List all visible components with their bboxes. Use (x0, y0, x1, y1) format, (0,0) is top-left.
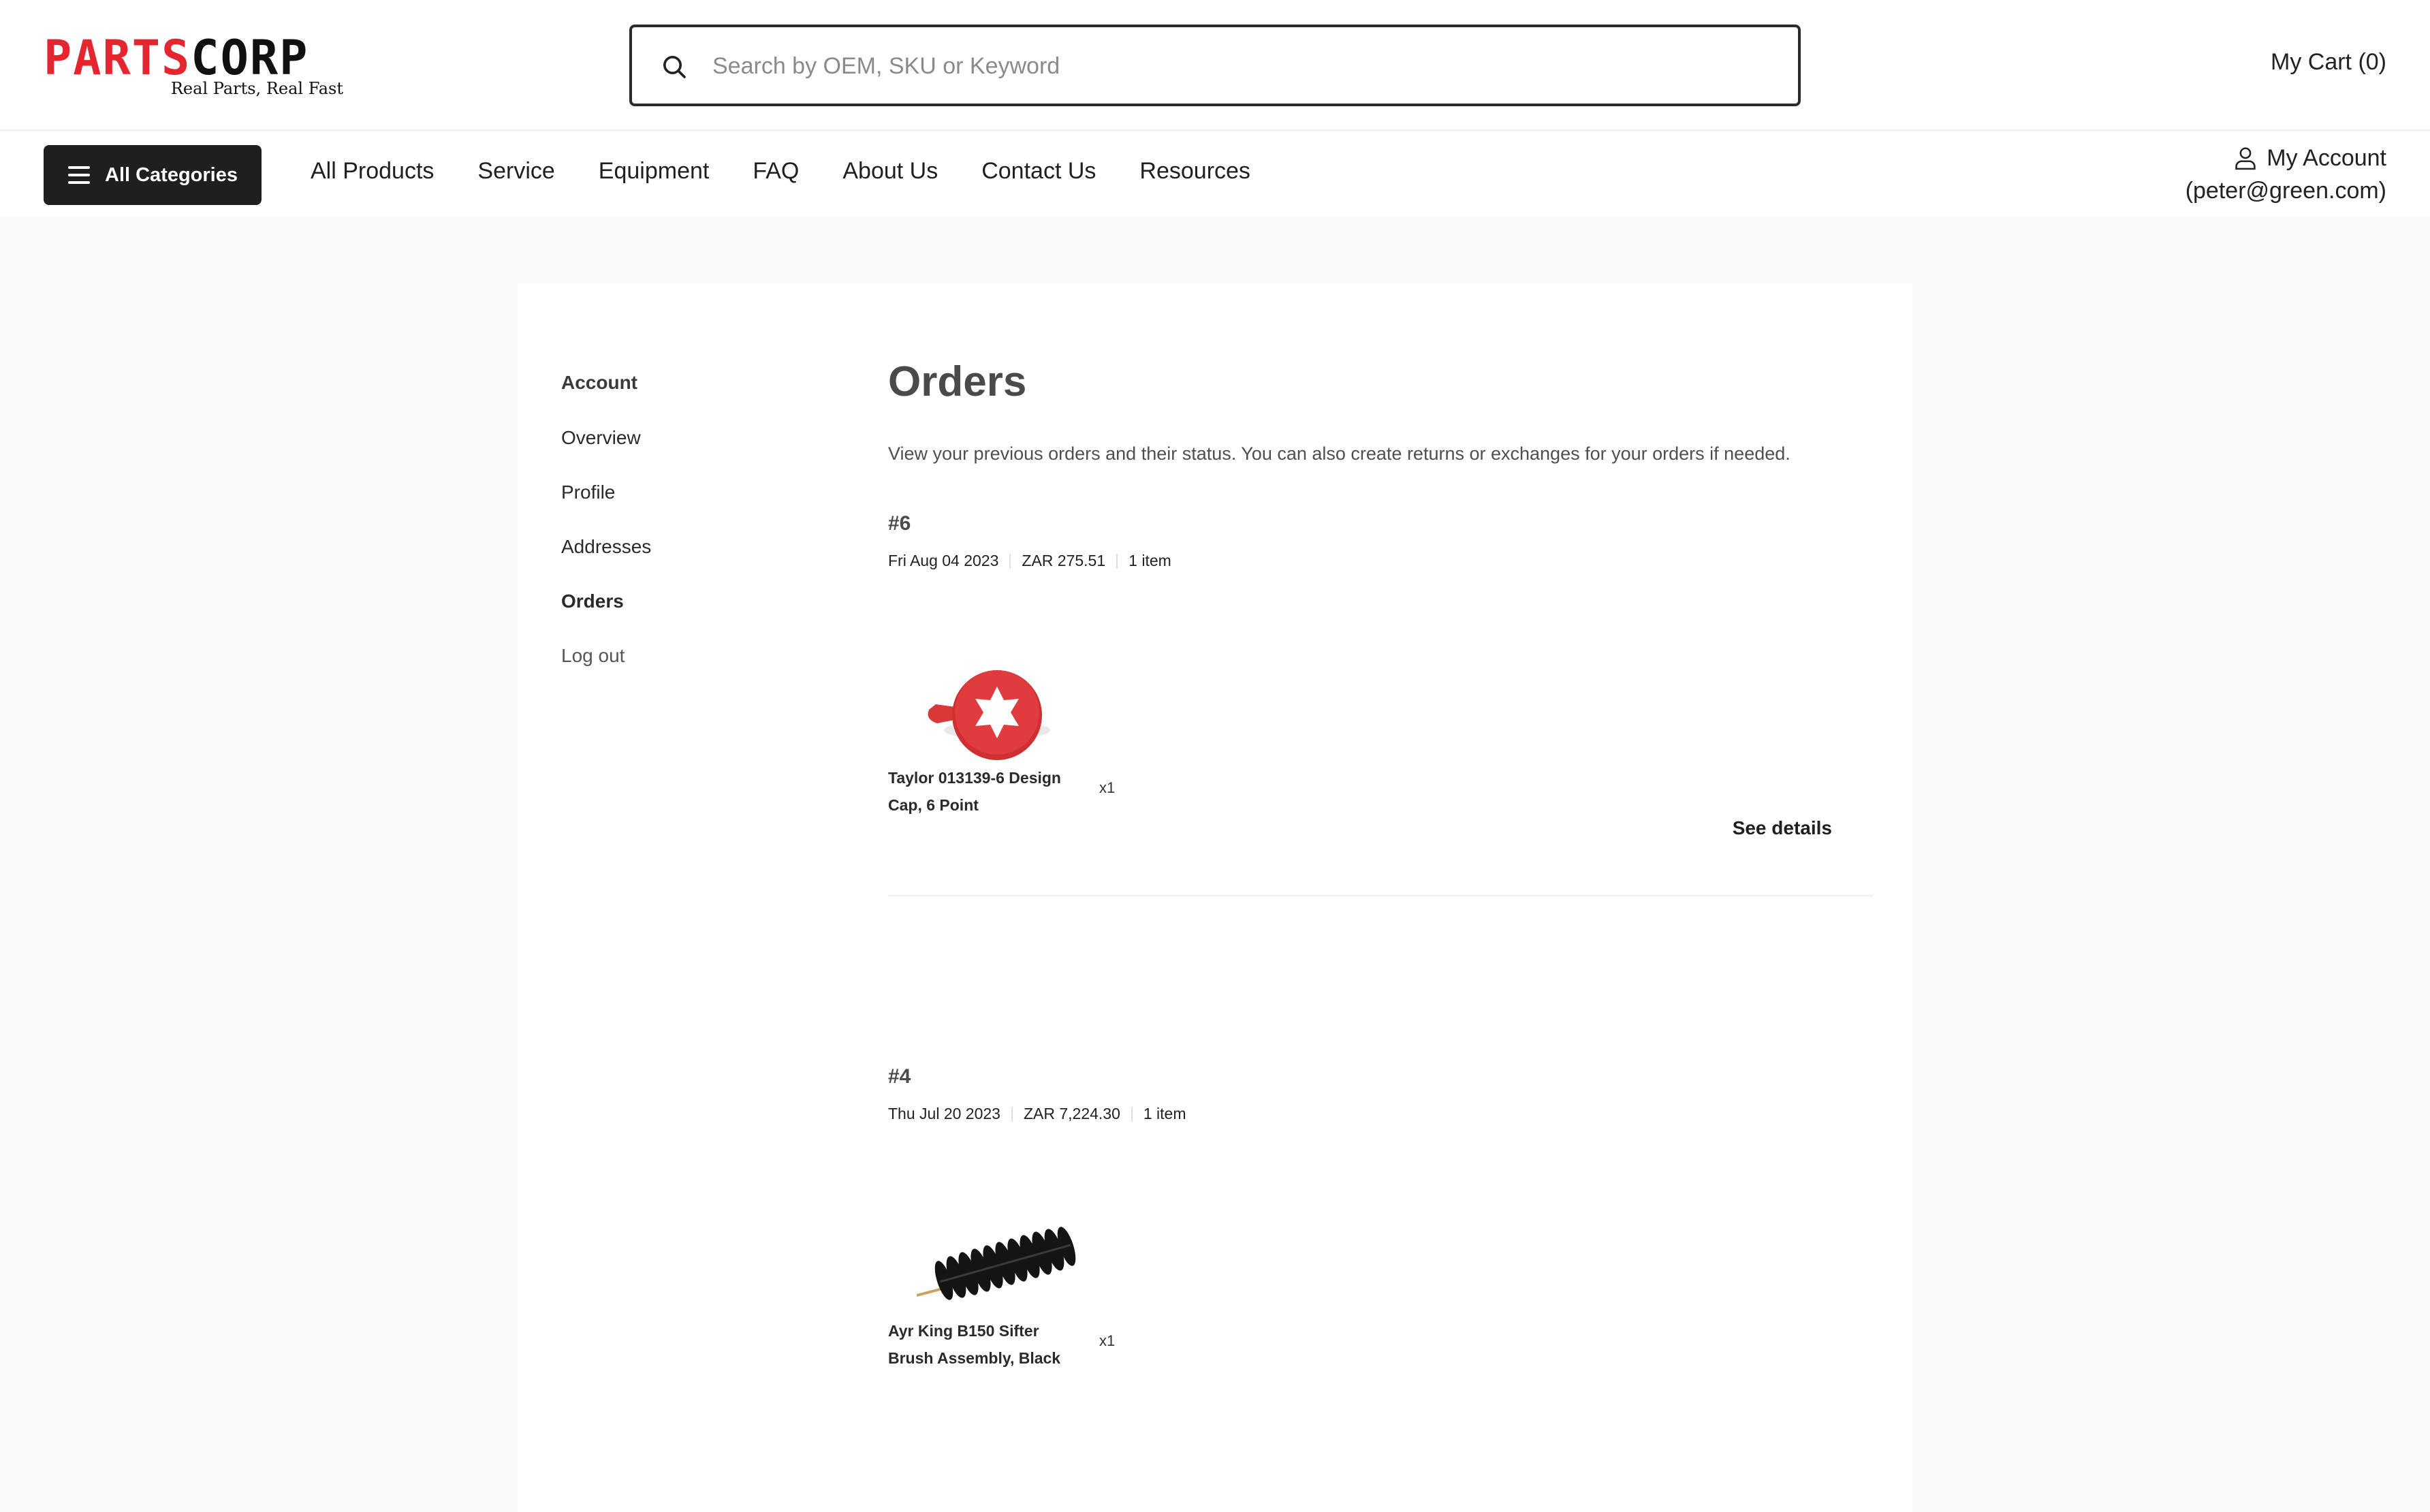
main-nav-bar: All Categories All Products Service Equi… (0, 132, 2430, 217)
search-icon (663, 56, 686, 78)
meta-divider (1011, 1106, 1013, 1122)
logo-wordmark: PARTSCORP (44, 30, 309, 86)
user-icon (2235, 147, 2256, 170)
order-id: #6 (888, 512, 911, 535)
order-meta: Thu Jul 20 2023 ZAR 7,224.30 1 item (888, 1105, 1873, 1123)
account-card: Account Overview Profile Addresses Order… (518, 283, 1912, 1512)
order-total: ZAR 275.51 (1022, 552, 1106, 569)
sidebar-item-addresses[interactable]: Addresses (561, 537, 651, 557)
page-description: View your previous orders and their stat… (888, 443, 1790, 464)
all-categories-button[interactable]: All Categories (44, 145, 262, 205)
sidebar-item-overview[interactable]: Overview (561, 428, 651, 448)
meta-divider (1009, 553, 1011, 569)
search-bar[interactable] (629, 25, 1801, 106)
sidebar-item-profile[interactable]: Profile (561, 482, 651, 503)
order-meta: Fri Aug 04 2023 ZAR 275.51 1 item (888, 552, 1873, 570)
account-email: (peter@green.com) (2185, 178, 2386, 204)
hamburger-menu-icon (68, 166, 90, 184)
primary-nav: All Products Service Equipment FAQ About… (311, 158, 1294, 185)
meta-divider (1116, 553, 1118, 569)
order-total: ZAR 7,224.30 (1023, 1105, 1120, 1122)
order-item-count: 1 item (1129, 552, 1171, 569)
order-card: #4 Thu Jul 20 2023 ZAR 7,224.30 1 item A… (888, 1065, 1873, 1512)
nav-link-about-us[interactable]: About Us (842, 158, 938, 185)
nav-link-contact-us[interactable]: Contact Us (981, 158, 1096, 185)
search-input[interactable] (712, 42, 1775, 90)
all-categories-label: All Categories (105, 163, 238, 186)
sidebar-item-orders[interactable]: Orders (561, 591, 651, 612)
order-date: Fri Aug 04 2023 (888, 552, 999, 569)
order-card: #6 Fri Aug 04 2023 ZAR 275.51 1 item Tay… (888, 512, 1873, 1030)
product-name[interactable]: Taylor 013139-6 Design Cap, 6 Point (888, 764, 1106, 819)
product-quantity: x1 (1099, 779, 1116, 796)
meta-divider (1131, 1106, 1133, 1122)
order-date: Thu Jul 20 2023 (888, 1105, 1000, 1122)
nav-link-faq[interactable]: FAQ (753, 158, 799, 185)
product-name[interactable]: Ayr King B150 Sifter Brush Assembly, Bla… (888, 1317, 1106, 1372)
my-account-label: My Account (2267, 145, 2386, 171)
orders-content: Orders View your previous orders and the… (888, 358, 1873, 466)
page-title: Orders (888, 358, 1027, 405)
see-details-link[interactable]: See details (1733, 817, 1832, 839)
partscorp-logo[interactable]: PARTSCORP Real Parts, Real Fast (44, 30, 343, 99)
order-item-count: 1 item (1143, 1105, 1186, 1122)
nav-link-equipment[interactable]: Equipment (599, 158, 710, 185)
my-account-link[interactable]: My Account (peter@green.com) (2186, 142, 2386, 207)
top-header: PARTSCORP Real Parts, Real Fast My Cart … (0, 0, 2430, 131)
sidebar-item-logout[interactable]: Log out (561, 646, 651, 666)
order-divider (888, 895, 1873, 896)
sidebar-title: Account (561, 372, 637, 393)
logo-tagline: Real Parts, Real Fast (170, 79, 343, 98)
order-id: #4 (888, 1065, 911, 1088)
account-sidebar: Account Overview Profile Addresses Order… (561, 372, 651, 700)
nav-link-all-products[interactable]: All Products (311, 158, 434, 185)
nav-link-resources[interactable]: Resources (1139, 158, 1250, 185)
product-quantity: x1 (1099, 1332, 1116, 1349)
nav-link-service[interactable]: Service (477, 158, 554, 185)
my-cart-link[interactable]: My Cart (0) (2271, 49, 2386, 76)
